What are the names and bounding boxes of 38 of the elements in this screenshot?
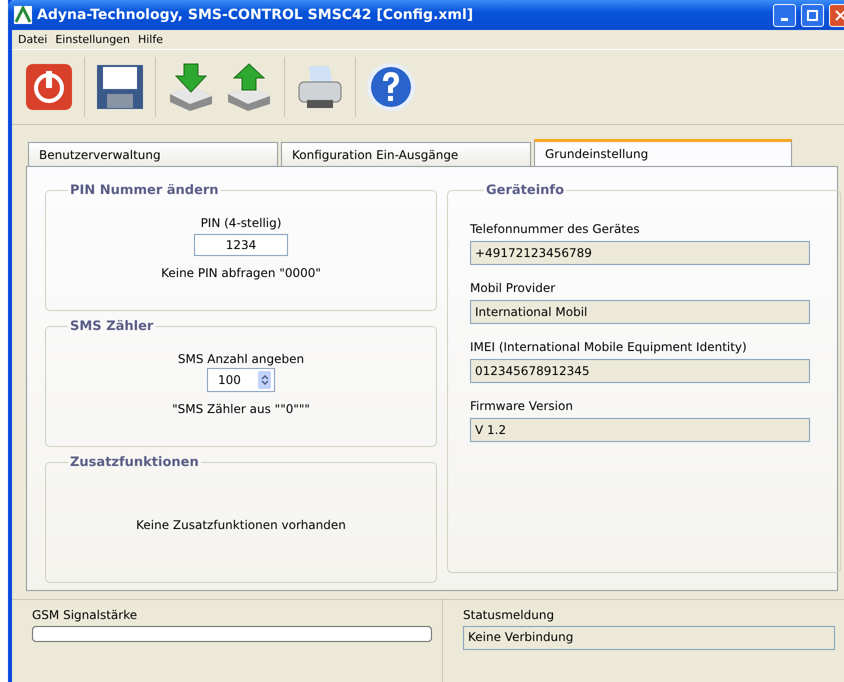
maximize-button[interactable]: [801, 4, 824, 26]
readonly-field[interactable]: International Mobil: [470, 300, 810, 324]
sms-count-spinner[interactable]: 100: [207, 368, 275, 392]
menu-item[interactable]: Einstellungen: [55, 33, 130, 46]
status-field: Keine Verbindung: [463, 626, 835, 650]
group-title: Geräteinfo: [485, 183, 565, 198]
minimize-button[interactable]: [773, 4, 796, 26]
pin-input[interactable]: 1234: [194, 234, 288, 256]
help-icon: [366, 62, 416, 112]
hint-text: Keine PIN abfragen "0000": [161, 266, 321, 280]
field-label: PIN (4-stellig): [200, 216, 282, 230]
info-text: Keine Zusatzfunktionen vorhanden: [136, 518, 346, 532]
tab[interactable]: Benutzerverwaltung: [28, 142, 278, 166]
field-label: Firmware Version: [470, 399, 574, 413]
readonly-field[interactable]: +49172123456789: [470, 241, 810, 265]
hint-text: "SMS Zähler aus ""0""": [172, 402, 310, 416]
group-title: Zusatzfunktionen: [69, 455, 200, 470]
menu-item[interactable]: Hilfe: [138, 33, 163, 46]
spin-arrows-icon[interactable]: [258, 371, 271, 389]
group-title: SMS Zähler: [69, 319, 154, 334]
field-label: SMS Anzahl angeben: [178, 352, 304, 366]
power-icon: [25, 63, 73, 111]
close-icon: [835, 10, 844, 20]
minimize-icon: [781, 18, 788, 20]
field-label: IMEI (International Mobile Equipment Identity): [470, 340, 748, 354]
app-logo-icon: [14, 6, 32, 24]
signal-label: GSM Signalstärke: [32, 608, 138, 622]
menu-item[interactable]: Datei: [18, 33, 48, 46]
field-label: Mobil Provider: [470, 281, 556, 295]
field-label: Telefonnummer des Gerätes: [470, 222, 641, 236]
tab[interactable]: Konfiguration Ein-Ausgänge: [281, 142, 531, 166]
readonly-field[interactable]: 012345678912345: [470, 359, 810, 383]
maximize-icon: [807, 10, 818, 20]
tab[interactable]: Grundeinstellung: [534, 139, 792, 166]
readonly-field[interactable]: V 1.2: [470, 418, 810, 442]
status-label: Statusmeldung: [463, 608, 556, 622]
group-title: PIN Nummer ändern: [69, 183, 220, 198]
window-title: Adyna-Technology, SMS-CONTROL SMSC42 [Config.xml]: [37, 7, 474, 23]
